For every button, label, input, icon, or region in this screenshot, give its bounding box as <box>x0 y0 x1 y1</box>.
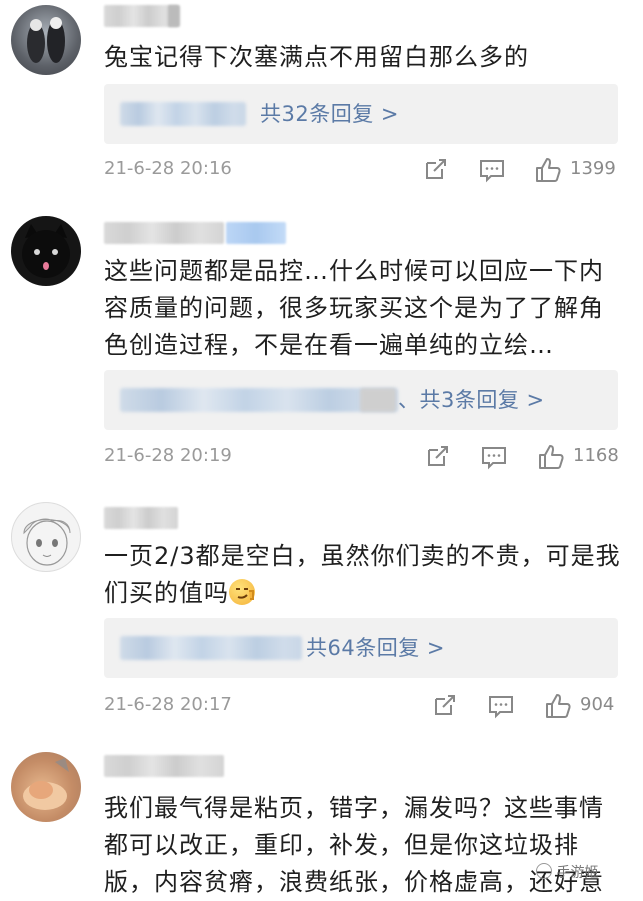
reply-count-link[interactable]: 、共3条回复 > <box>398 385 545 415</box>
comment-meta: 21-6-28 20:19 1168 <box>104 443 619 473</box>
avatar[interactable] <box>11 216 81 286</box>
like-count: 1168 <box>573 445 619 466</box>
timestamp: 21-6-28 20:16 <box>104 158 232 179</box>
comment-text: 我们最气得是粘页，错字，漏发吗？这些事情都可以改正，重印，补发，但是你这垃圾排版… <box>104 794 604 896</box>
comment-text: 兔宝记得下次塞满点不用留白那么多的 <box>104 43 529 71</box>
thumbs-up-icon[interactable] <box>544 692 572 720</box>
avatar[interactable] <box>11 5 81 75</box>
timestamp: 21-6-28 20:19 <box>104 445 232 466</box>
username-blurred[interactable] <box>104 755 224 777</box>
avatar-sketch-boy-icon <box>23 518 71 566</box>
watermark: 手游姬 <box>536 862 598 882</box>
watermark-text: 手游姬 <box>556 865 599 881</box>
comment-icon[interactable] <box>487 692 515 720</box>
username-blurred[interactable] <box>104 507 178 529</box>
comment-meta: 21-6-28 20:17 904 <box>104 692 618 722</box>
share-icon[interactable] <box>431 692 459 720</box>
reply-user-blurred <box>120 636 302 660</box>
timestamp: 21-6-28 20:17 <box>104 694 232 715</box>
like-count: 904 <box>580 694 615 715</box>
reply-preview[interactable]: 共64条回复 > <box>104 618 618 678</box>
reply-preview[interactable]: 、共3条回复 > <box>104 370 618 430</box>
comment-icon[interactable] <box>480 443 508 471</box>
like-count: 1399 <box>570 158 616 179</box>
thumbs-up-icon[interactable] <box>534 156 562 184</box>
username-badge-blurred <box>226 222 286 244</box>
username-blurred[interactable] <box>104 5 178 27</box>
avatar-art-icon <box>27 17 65 63</box>
avatar[interactable] <box>11 752 81 822</box>
reply-user-blurred <box>120 388 398 412</box>
reply-count-link[interactable]: 共32条回复 > <box>260 99 399 129</box>
reply-preview[interactable]: 共32条回复 > <box>104 84 618 144</box>
smirk-emoji-icon <box>229 579 255 605</box>
reply-user-blurred <box>120 102 246 126</box>
reply-user-blurred <box>360 388 396 412</box>
comment-text: 这些问题都是品控…什么时候可以回应一下内容质量的问题，很多玩家买这个是为了了解角… <box>104 257 604 359</box>
thumbs-up-icon[interactable] <box>537 443 565 471</box>
username-blurred[interactable] <box>104 222 224 244</box>
comment-text: 一页2/3都是空白，虽然你们卖的不贵，可是我们买的值吗 <box>104 538 624 612</box>
avatar[interactable] <box>11 502 81 572</box>
avatar-black-cat-icon <box>22 224 70 278</box>
comment-icon[interactable] <box>478 156 506 184</box>
share-icon[interactable] <box>424 443 452 471</box>
avatar-cat-photo-icon <box>23 758 69 810</box>
watermark-icon <box>536 863 552 879</box>
reply-count-link[interactable]: 共64条回复 > <box>306 633 445 663</box>
share-icon[interactable] <box>422 156 450 184</box>
comment-text-body: 一页2/3都是空白，虽然你们卖的不贵，可是我们买的值吗 <box>104 542 621 607</box>
comment-meta: 21-6-28 20:16 1399 <box>104 156 618 186</box>
username-blurred <box>168 5 180 27</box>
